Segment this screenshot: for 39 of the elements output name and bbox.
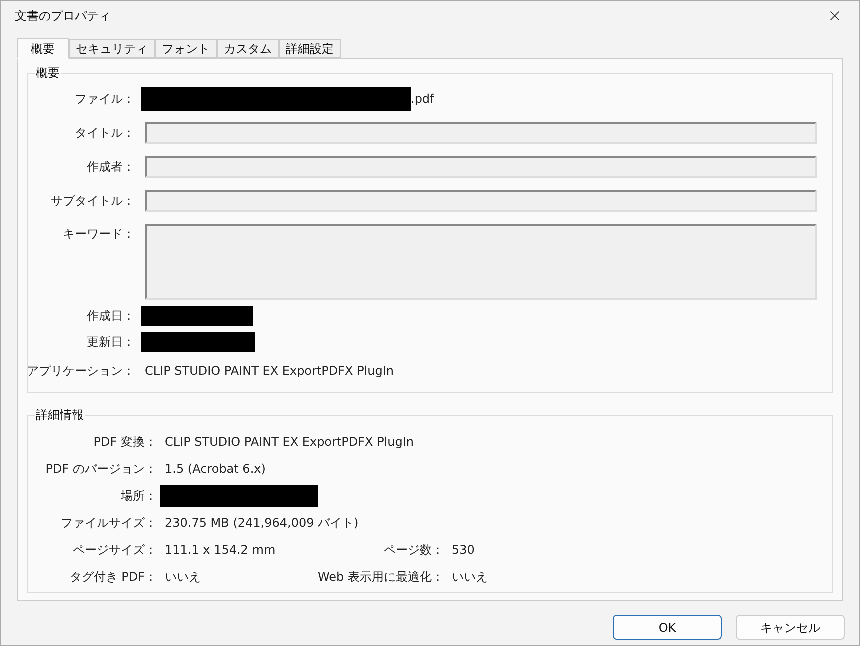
property-value: 1.5 (Acrobat 6.x)	[165, 461, 266, 478]
tab[interactable]: フォント	[155, 39, 217, 58]
field-label: アプリケーション：	[27, 363, 135, 380]
property-label: ページサイズ：	[73, 542, 157, 559]
application-value: CLIP STUDIO PAINT EX ExportPDFX PlugIn	[145, 363, 394, 380]
property-value: 530	[452, 542, 475, 559]
property-label: ファイルサイズ：	[61, 515, 157, 532]
group-title: 詳細情報	[35, 407, 85, 423]
field-label: 更新日：	[87, 334, 135, 351]
property-label: PDF 変換：	[94, 434, 157, 451]
property-label: タグ付き PDF：	[70, 569, 157, 586]
field-label: 作成日：	[87, 308, 135, 325]
field-label: キーワード：	[63, 226, 135, 243]
property-label: PDF のバージョン：	[46, 461, 157, 478]
property-label: 場所：	[121, 488, 157, 505]
property-value: 111.1 x 154.2 mm	[165, 542, 276, 559]
tab[interactable]: 概要	[17, 38, 69, 59]
property-value: いいえ	[165, 569, 201, 586]
text-field[interactable]	[145, 190, 817, 212]
text-field[interactable]	[145, 122, 817, 144]
tab[interactable]: カスタム	[217, 39, 279, 58]
tab[interactable]: 詳細設定	[279, 39, 341, 58]
property-label: Web 表示用に最適化：	[318, 569, 444, 586]
field-label: ファイル：	[75, 91, 135, 108]
property-label: ページ数：	[384, 542, 444, 559]
text-field[interactable]	[145, 156, 817, 178]
field-label: 作成者：	[87, 159, 135, 176]
property-value: いいえ	[452, 569, 488, 586]
window-title: 文書のプロパティ	[15, 8, 111, 25]
field-label: タイトル：	[75, 125, 135, 142]
keywords-field[interactable]	[145, 224, 817, 300]
group-title: 概要	[35, 65, 61, 81]
field-label: サブタイトル：	[51, 193, 135, 210]
cancel-button[interactable]: キャンセル	[736, 615, 845, 640]
file-extension: .pdf	[411, 91, 434, 108]
property-value: CLIP STUDIO PAINT EX ExportPDFX PlugIn	[165, 434, 414, 451]
ok-button[interactable]: OK	[613, 615, 722, 640]
tab[interactable]: セキュリティ	[69, 39, 155, 58]
property-value: 230.75 MB (241,964,009 バイト)	[165, 515, 359, 532]
